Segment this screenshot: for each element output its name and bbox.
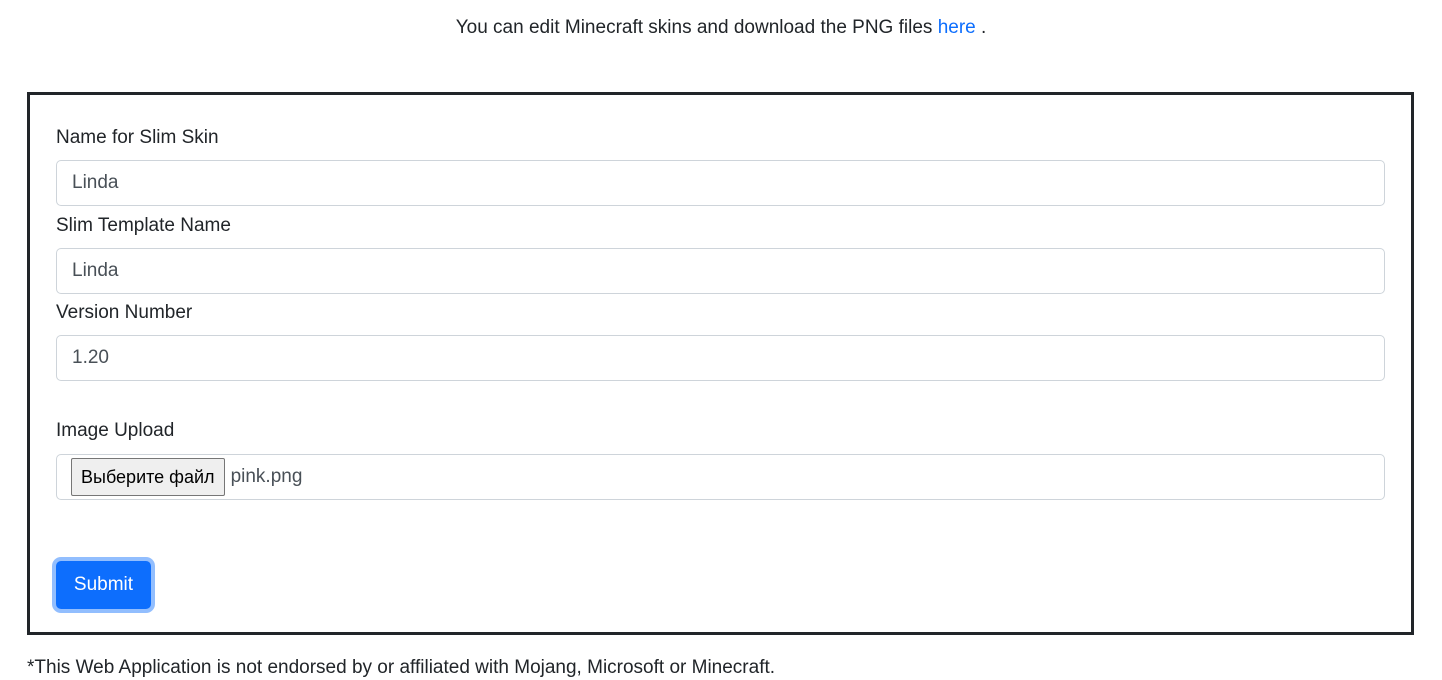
template-name-label: Slim Template Name — [56, 215, 231, 236]
choose-file-button[interactable]: Выберите файл — [71, 458, 225, 496]
submit-button[interactable]: Submit — [56, 561, 151, 609]
skin-form: Name for Slim Skin Slim Template Name Ve… — [27, 92, 1414, 635]
skin-name-label: Name for Slim Skin — [56, 127, 219, 148]
intro-period: . — [975, 17, 987, 38]
intro-text: You can edit Minecraft skins and downloa… — [0, 16, 1442, 40]
version-input[interactable] — [56, 335, 1385, 381]
here-link[interactable]: here — [938, 17, 976, 38]
template-name-input[interactable] — [56, 248, 1385, 294]
version-label: Version Number — [56, 302, 193, 323]
skin-name-input[interactable] — [56, 160, 1385, 206]
image-upload-field[interactable]: Выберите файл pink.png — [56, 454, 1385, 500]
intro-message: You can edit Minecraft skins and downloa… — [455, 17, 938, 38]
image-upload-label: Image Upload — [56, 420, 175, 441]
disclaimer-text: *This Web Application is not endorsed by… — [27, 657, 776, 678]
selected-file-name: pink.png — [230, 466, 303, 487]
